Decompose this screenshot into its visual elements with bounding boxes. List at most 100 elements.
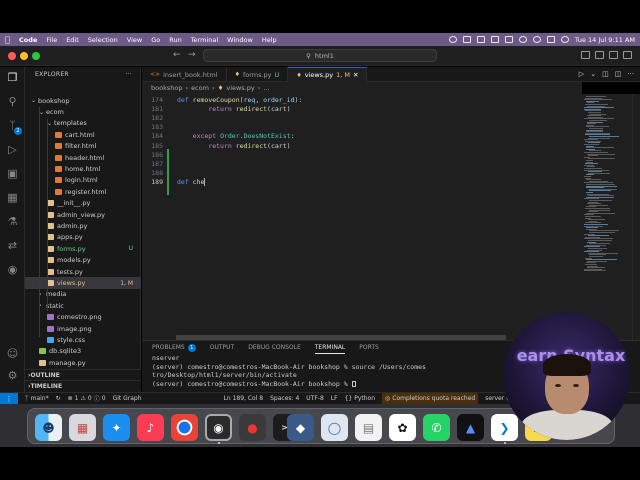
vertical-scrollbar[interactable] [632,94,640,340]
tree-item-comestro-png[interactable]: comestro.png [25,312,141,323]
git-graph-icon[interactable]: ⇄ [6,239,19,252]
open-changes-icon[interactable]: ◫ [602,70,609,78]
menu-edit[interactable]: Edit [66,36,79,44]
menu-view[interactable]: View [127,36,142,44]
cursor-position[interactable]: Ln 189, Col 8 [224,395,264,402]
minimize-window-icon[interactable] [20,52,28,60]
music-icon[interactable]: ♪ [137,414,164,441]
tree-item--init-py[interactable]: __init__.py [25,198,141,209]
tree-item-static[interactable]: › static [25,300,141,311]
tab-problems[interactable]: PROBLEMS 1 [152,341,196,354]
tree-item-media[interactable]: › media [25,289,141,300]
whatsapp-icon[interactable]: ✆ [423,414,450,441]
more-actions-icon[interactable]: ··· [627,70,634,78]
code-editor[interactable]: 174 def removeCoupon(req, order_id): 181 r… [142,94,582,340]
finder-icon[interactable]: ☻ [35,414,62,441]
maximize-window-icon[interactable] [32,52,40,60]
menu-terminal[interactable]: Terminal [191,36,218,44]
tree-item-manage-py[interactable]: manage.py [25,357,141,368]
toggle-panel-icon[interactable] [595,51,604,59]
breadcrumb-item[interactable]: ecom [191,84,209,92]
tree-item-style-css[interactable]: style.css [25,334,141,345]
split-editor-icon[interactable]: ◫ [615,70,622,78]
settings-gear-icon[interactable]: ⚙ [6,369,19,382]
chevron-down-icon[interactable]: ⌄ [590,70,596,78]
more-actions-icon[interactable]: ··· [125,71,132,78]
toggle-sidebar-icon[interactable] [581,51,590,59]
run-file-icon[interactable]: ▷ [579,70,584,78]
tree-item-models-py[interactable]: models.py [25,255,141,266]
database-icon[interactable]: ◯ [321,414,348,441]
menu-help[interactable]: Help [262,36,277,44]
tree-item-home-html[interactable]: home.html [25,163,141,174]
tree-item-register-html[interactable]: register.html [25,186,141,197]
tree-item-bookshop[interactable]: ⌄ bookshop [25,95,141,106]
tree-item-cart-html[interactable]: cart.html [25,129,141,140]
tree-item-views-py[interactable]: views.py 1, M [25,277,141,289]
menu-app-code[interactable]: Code [19,36,37,44]
testing-icon[interactable]: ⚗ [6,215,19,228]
obs-icon[interactable]: ◉ [205,414,232,441]
control-center-icon[interactable] [546,36,555,43]
outline-section[interactable]: › OUTLINE [25,369,141,380]
artifact-icon[interactable]: ▲ [457,414,484,441]
menu-window[interactable]: Window [227,36,253,44]
tree-item-ecom[interactable]: ⌄ ecom [25,106,141,117]
tab-output[interactable]: OUTPUT [210,341,234,354]
sync-icon[interactable]: ↻ [56,395,61,402]
screen-recorder-icon[interactable]: ● [239,414,266,441]
tree-item-admin-py[interactable]: admin.py [25,220,141,231]
explorer-icon[interactable]: ❐ [6,71,19,84]
tab-terminal[interactable]: TERMINAL [314,341,346,354]
remote-explorer-icon[interactable]: ▣ [6,167,19,180]
tree-item-admin-view-py[interactable]: admin_view.py [25,209,141,220]
tab-forms-py[interactable]: ♦ forms.py U [227,67,289,82]
tree-item-forms-py[interactable]: forms.py U [25,243,141,254]
copilot-notice[interactable]: ◎ Completions quota reached [382,392,479,405]
remote-indicator-icon[interactable]: ⋮ [0,392,18,405]
breadcrumb-item[interactable]: ... [263,84,269,92]
launchpad-icon[interactable]: ▦ [69,414,96,441]
breadcrumb-item[interactable]: bookshop [151,84,182,92]
apple-icon[interactable]:  [5,35,13,44]
tree-item-tests-py[interactable]: tests.py [25,266,141,277]
end-of-line[interactable]: LF [331,395,338,402]
menu-file[interactable]: File [46,36,57,44]
python-icon[interactable]: ◉ [6,263,19,276]
extensions-icon[interactable]: ▦ [6,191,19,204]
spotlight-icon[interactable] [532,36,541,43]
forward-arrow-icon[interactable]: → [188,50,196,60]
tree-item-filter-html[interactable]: filter.html [25,141,141,152]
indentation[interactable]: Spaces: 4 [270,395,299,402]
menubar-clock[interactable]: Tue 14 Jul 9:11 AM [575,36,635,44]
timeline-section[interactable]: › TIMELINE [25,380,141,391]
screen-share-icon[interactable] [462,36,471,43]
search-icon[interactable]: ⚲ [6,95,19,108]
language-mode[interactable]: {} Python [345,395,375,402]
menu-selection[interactable]: Selection [88,36,118,44]
close-window-icon[interactable] [8,52,16,60]
tab-ports[interactable]: PORTS [359,341,379,354]
run-debug-icon[interactable]: ▷ [6,143,19,156]
display-icon[interactable] [476,36,485,43]
tree-item-header-html[interactable]: header.html [25,152,141,163]
pages-icon[interactable]: ▤ [355,414,382,441]
chatgpt-icon[interactable]: ✿ [389,414,416,441]
menu-run[interactable]: Run [169,36,181,44]
tree-item-apps-py[interactable]: apps.py [25,232,141,243]
keyboard-icon[interactable] [490,36,499,43]
customize-layout-icon[interactable] [623,51,632,59]
tab-views-py[interactable]: ♦ views.py 1, M ✕ [288,67,368,82]
vscode-icon[interactable]: ❯ [491,414,518,441]
tab-insert-book-html[interactable]: <> insert_book.html [142,67,227,82]
record-icon[interactable] [448,36,457,43]
back-arrow-icon[interactable]: ← [173,50,181,60]
breadcrumb-item[interactable]: views.py [226,84,254,92]
git-graph-status[interactable]: Git Graph [113,395,142,402]
minimap[interactable] [582,94,632,340]
problems-summary[interactable]: ⊗ 1 ⚠ 0 ⓘ 0 [68,394,106,403]
siri-icon[interactable] [560,36,569,43]
tree-item-login-html[interactable]: login.html [25,175,141,186]
close-tab-icon[interactable]: ✕ [353,71,358,79]
command-center-search[interactable]: ⚲ html1 [203,49,437,62]
